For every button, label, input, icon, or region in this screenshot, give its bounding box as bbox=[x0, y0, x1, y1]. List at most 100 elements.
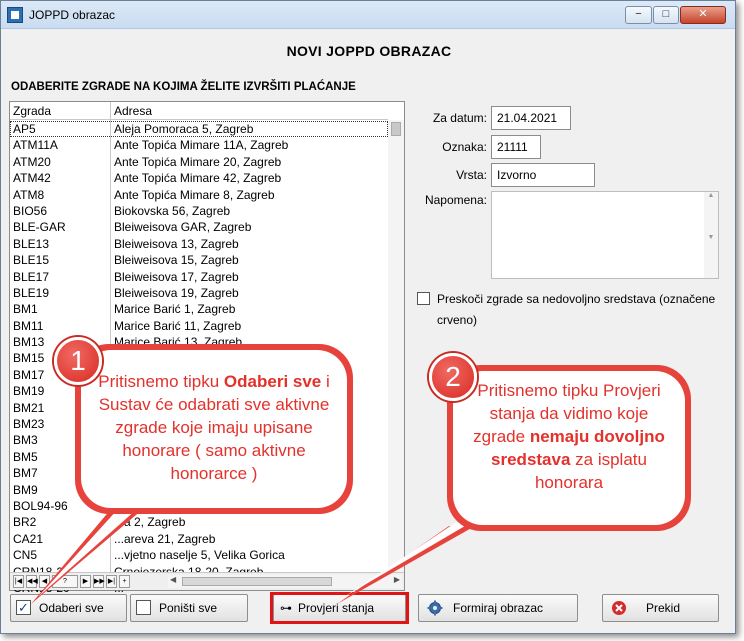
cell-zgrada: CN5 bbox=[13, 548, 38, 563]
cancel-icon bbox=[612, 601, 626, 615]
skip-insufficient-checkbox[interactable] bbox=[417, 292, 430, 305]
form-title: NOVI JOPPD OBRAZAC bbox=[286, 43, 452, 59]
generate-form-button[interactable]: Formiraj obrazac bbox=[418, 594, 578, 622]
cell-zgrada: BM7 bbox=[13, 466, 38, 481]
callout-2: Pritisnemo tipku Provjeri stanja da vidi… bbox=[447, 365, 691, 531]
cell-adresa: Marice Barić 1, Zagreb bbox=[114, 302, 236, 317]
cell-adresa: ...areva 21, Zagreb bbox=[114, 531, 216, 546]
minimize-button[interactable]: − bbox=[625, 6, 652, 24]
next-page-icon[interactable]: ▶▶ bbox=[93, 575, 105, 588]
check-balance-highlight bbox=[270, 592, 409, 624]
cell-adresa: Aleja Pomoraca 5, Zagreb bbox=[114, 122, 254, 136]
cancel-button[interactable]: Prekid bbox=[602, 594, 719, 622]
next-record-icon[interactable]: ▶ bbox=[80, 575, 91, 588]
deselect-all-button[interactable]: Poništi sve bbox=[130, 594, 248, 622]
scroll-right-icon[interactable]: ▶ bbox=[394, 575, 400, 584]
cell-zgrada: BLE-GAR bbox=[13, 220, 66, 235]
cell-adresa: Marice Barić 11, Zagreb bbox=[114, 318, 242, 333]
prev-record-icon[interactable]: ◀ bbox=[39, 575, 50, 588]
table-row[interactable]: BLE-GAR Bleiweisova GAR, Zagreb bbox=[10, 219, 388, 235]
date-field[interactable]: 21.04.2021 bbox=[491, 106, 571, 130]
column-header-zgrada[interactable]: Zgrada bbox=[13, 104, 51, 118]
table-row[interactable]: AP5 Aleja Pomoraca 5, Zagreb bbox=[10, 121, 388, 138]
maximize-button[interactable]: □ bbox=[653, 6, 679, 24]
callout-1-text: Pritisnemo tipku Odaberi sve i Sustav će… bbox=[93, 370, 335, 485]
vrsta-field[interactable]: Izvorno bbox=[491, 163, 595, 187]
cell-adresa: ...vjetno naselje 5, Velika Gorica bbox=[114, 548, 285, 563]
cell-adresa: Bleiweisova 19, Zagreb bbox=[114, 285, 239, 300]
cell-adresa: Bleiweisova 15, Zagreb bbox=[114, 253, 239, 268]
cell-adresa: Ante Topića Mimare 11A, Zagreb bbox=[114, 138, 289, 153]
table-row[interactable]: BLE13 Bleiweisova 13, Zagreb bbox=[10, 236, 388, 252]
cell-zgrada: ATM11A bbox=[13, 138, 58, 153]
skip-insufficient-label: Preskoči zgrade sa nedovoljno sredstava … bbox=[437, 292, 716, 327]
cell-adresa: Bleiweisova GAR, Zagreb bbox=[114, 220, 252, 235]
first-record-icon[interactable]: |◀ bbox=[13, 575, 24, 588]
cell-adresa: Bleiweisova 13, Zagreb bbox=[114, 236, 239, 251]
date-label: Za datum: bbox=[432, 111, 487, 125]
table-row[interactable]: ATM20 Ante Topića Mimare 20, Zagreb bbox=[10, 154, 388, 170]
cancel-label: Prekid bbox=[646, 601, 681, 615]
vrsta-label: Vrsta: bbox=[456, 168, 487, 182]
table-row[interactable]: BM11 Marice Barić 11, Zagreb bbox=[10, 318, 388, 334]
add-record-icon[interactable]: + bbox=[119, 575, 130, 588]
cell-zgrada: ATM20 bbox=[13, 154, 51, 169]
table-row[interactable]: BR2 ...a 2, Zagreb bbox=[10, 514, 388, 530]
cell-zgrada: ATM8 bbox=[13, 187, 45, 202]
cell-zgrada: BM1 bbox=[13, 302, 38, 317]
table-row[interactable]: CA21 ...areva 21, Zagreb bbox=[10, 531, 388, 547]
cell-zgrada: BIO56 bbox=[13, 203, 48, 218]
table-row[interactable]: ATM11A Ante Topića Mimare 11A, Zagreb bbox=[10, 137, 388, 153]
cell-zgrada: BLE17 bbox=[13, 269, 50, 284]
window-title: JOPPD obrazac bbox=[29, 8, 116, 22]
deselect-all-label: Poništi sve bbox=[159, 601, 218, 615]
oznaka-field[interactable]: 21111 bbox=[491, 135, 541, 159]
vertical-scrollbar[interactable] bbox=[388, 120, 404, 572]
table-row[interactable]: BLE17 Bleiweisova 17, Zagreb bbox=[10, 269, 388, 285]
page-number[interactable]: ? bbox=[52, 575, 78, 588]
cell-adresa: Biokovska 56, Zagreb bbox=[114, 203, 231, 218]
cell-zgrada: BLE19 bbox=[13, 285, 50, 300]
cell-zgrada: AP5 bbox=[13, 122, 36, 136]
cell-zgrada: BM3 bbox=[13, 433, 38, 448]
cell-zgrada: BLE15 bbox=[13, 253, 50, 268]
cell-zgrada: BLE13 bbox=[13, 236, 50, 251]
table-row[interactable]: BM1 Marice Barić 1, Zagreb bbox=[10, 301, 388, 317]
close-button[interactable]: ✕ bbox=[680, 6, 726, 24]
section-label: ODABERITE ZGRADE NA KOJIMA ŽELITE IZVRŠI… bbox=[11, 81, 356, 93]
callout-2-badge: 2 bbox=[429, 353, 477, 401]
cell-zgrada: BR2 bbox=[13, 515, 37, 530]
prev-page-icon[interactable]: ◀◀ bbox=[26, 575, 38, 588]
napomena-label: Napomena: bbox=[424, 193, 487, 207]
cell-zgrada: BM9 bbox=[13, 482, 38, 497]
cell-zgrada: BOL94-96 bbox=[13, 498, 68, 513]
callout-2-text: Pritisnemo tipku Provjeri stanja da vidi… bbox=[467, 379, 671, 494]
scroll-left-icon[interactable]: ◀ bbox=[170, 575, 176, 584]
cell-zgrada: BM23 bbox=[13, 417, 45, 432]
cell-zgrada: CA21 bbox=[13, 531, 44, 546]
last-record-icon[interactable]: ▶| bbox=[106, 575, 117, 588]
cell-zgrada: BM17 bbox=[13, 367, 45, 382]
table-row[interactable]: CN5 ...vjetno naselje 5, Velika Gorica bbox=[10, 547, 388, 563]
callout-1-badge: 1 bbox=[54, 337, 102, 385]
table-row[interactable]: BIO56 Biokovska 56, Zagreb bbox=[10, 203, 388, 219]
horizontal-scroll-thumb[interactable] bbox=[182, 577, 332, 586]
horizontal-scrollbar[interactable]: ◀ ▶ bbox=[168, 575, 402, 588]
select-all-button[interactable]: ✓ Odaberi sve bbox=[10, 594, 127, 622]
table-row[interactable]: BLE15 Bleiweisova 15, Zagreb bbox=[10, 252, 388, 268]
joppd-window: JOPPD obrazac − □ ✕ NOVI JOPPD OBRAZAC O… bbox=[0, 0, 736, 634]
cell-zgrada: ATM42 bbox=[13, 171, 51, 186]
cell-zgrada: BM21 bbox=[13, 400, 45, 415]
grid-navigator: |◀ ◀◀ ◀ ? ▶ ▶▶ ▶| + ◀ ▶ bbox=[10, 572, 404, 590]
cell-zgrada: BM13 bbox=[13, 335, 45, 350]
callout-1: Pritisnemo tipku Odaberi sve i Sustav će… bbox=[75, 344, 353, 514]
table-row[interactable]: ATM8 Ante Topića Mimare 8, Zagreb bbox=[10, 187, 388, 203]
memo-scrollbar[interactable]: ▲ ▼ bbox=[704, 192, 718, 278]
table-row[interactable]: BLE19 Bleiweisova 19, Zagreb bbox=[10, 285, 388, 301]
column-header-adresa[interactable]: Adresa bbox=[114, 104, 152, 118]
table-row[interactable]: ATM42 Ante Topića Mimare 42, Zagreb bbox=[10, 170, 388, 186]
generate-form-label: Formiraj obrazac bbox=[453, 601, 544, 615]
title-bar: JOPPD obrazac − □ ✕ bbox=[1, 1, 735, 29]
app-icon bbox=[7, 7, 23, 23]
napomena-field[interactable]: ▲ ▼ bbox=[491, 191, 719, 279]
